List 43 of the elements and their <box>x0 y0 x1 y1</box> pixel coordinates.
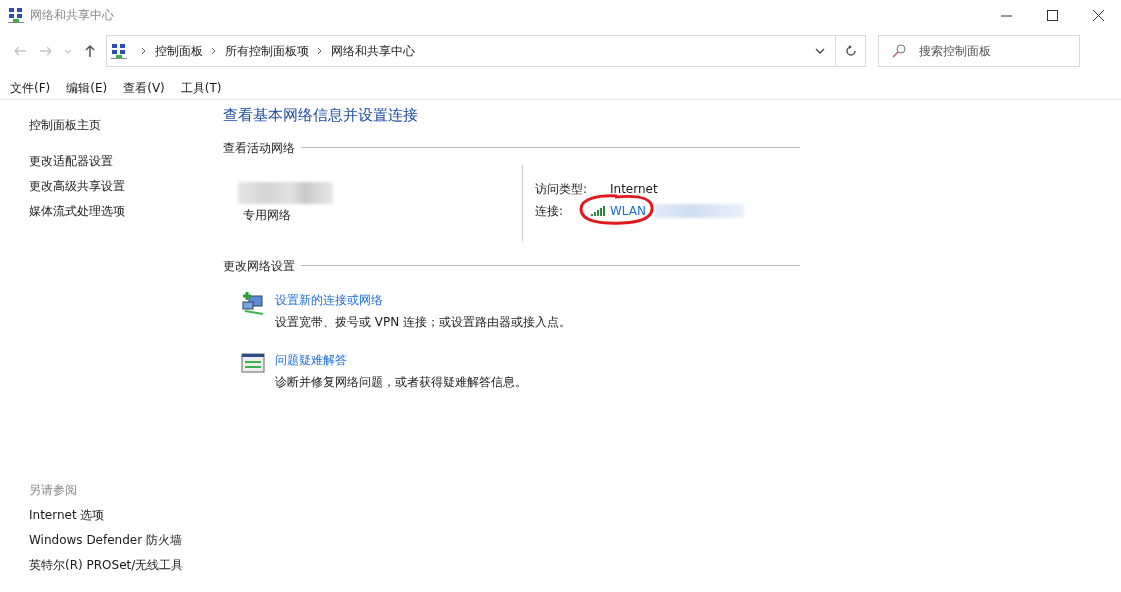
sidebar-link[interactable]: Internet 选项 <box>29 503 220 528</box>
breadcrumb-item[interactable]: 网络和共享中心 <box>331 42 415 60</box>
sidebar-link[interactable]: 英特尔(R) PROSet/无线工具 <box>29 553 220 578</box>
sidebar-link[interactable]: Windows Defender 防火墙 <box>29 528 220 553</box>
breadcrumb-item[interactable]: 所有控制面板项 <box>225 42 309 60</box>
maximize-icon <box>1046 9 1058 21</box>
chevron-icon <box>317 47 323 55</box>
sidebar-link[interactable]: 更改高级共享设置 <box>29 174 220 199</box>
network-type: 专用网络 <box>242 206 292 224</box>
section-heading: 更改网络设置 <box>223 257 295 275</box>
dropdown-icon[interactable] <box>815 48 825 54</box>
search-icon <box>892 44 906 58</box>
menu-item[interactable]: 工具(T) <box>172 78 230 97</box>
menu-item[interactable]: 文件(F) <box>2 78 59 97</box>
field-label: 连接: <box>535 202 565 220</box>
sidebar-link[interactable]: 控制面板主页 <box>29 113 220 138</box>
computer-icon <box>241 290 265 315</box>
chevron-icon <box>211 47 217 55</box>
sidebar-link[interactable]: 更改适配器设置 <box>29 149 220 174</box>
task-link[interactable]: 设置新的连接或网络 <box>275 290 383 309</box>
network-icon <box>8 7 24 23</box>
field-value: Internet <box>610 180 658 198</box>
search-field[interactable]: 搜索控制面板 <box>878 35 1080 67</box>
page-heading: 查看基本网络信息并设置连接 <box>223 105 419 126</box>
chevron-icon <box>141 47 147 55</box>
wifi-signal-icon <box>591 205 607 216</box>
field-label: 访问类型: <box>535 180 589 198</box>
refresh-icon <box>844 45 857 57</box>
close-icon <box>1092 9 1104 21</box>
see-also-heading: 另请参阅 <box>29 482 78 499</box>
section-heading: 查看活动网络 <box>223 139 295 157</box>
menu-item[interactable]: 查看(V) <box>115 78 173 97</box>
task-description: 设置宽带、拨号或 VPN 连接；或设置路由器或接入点。 <box>275 313 572 331</box>
window-title: 网络和共享中心 <box>30 7 115 24</box>
network-icon <box>111 43 127 59</box>
sidebar-link[interactable]: 媒体流式处理选项 <box>29 199 220 224</box>
connection-link[interactable]: WLAN <box>610 201 646 220</box>
address-bar[interactable]: 控制面板 所有控制面板项 网络和共享中心 <box>106 35 866 67</box>
window-icon <box>241 350 265 375</box>
breadcrumb-item[interactable]: 控制面板 <box>155 42 203 60</box>
menu-item[interactable]: 编辑(E) <box>58 78 116 97</box>
task-link[interactable]: 问题疑难解答 <box>275 350 347 369</box>
task-description: 诊断并修复网络问题，或者获得疑难解答信息。 <box>275 373 527 391</box>
